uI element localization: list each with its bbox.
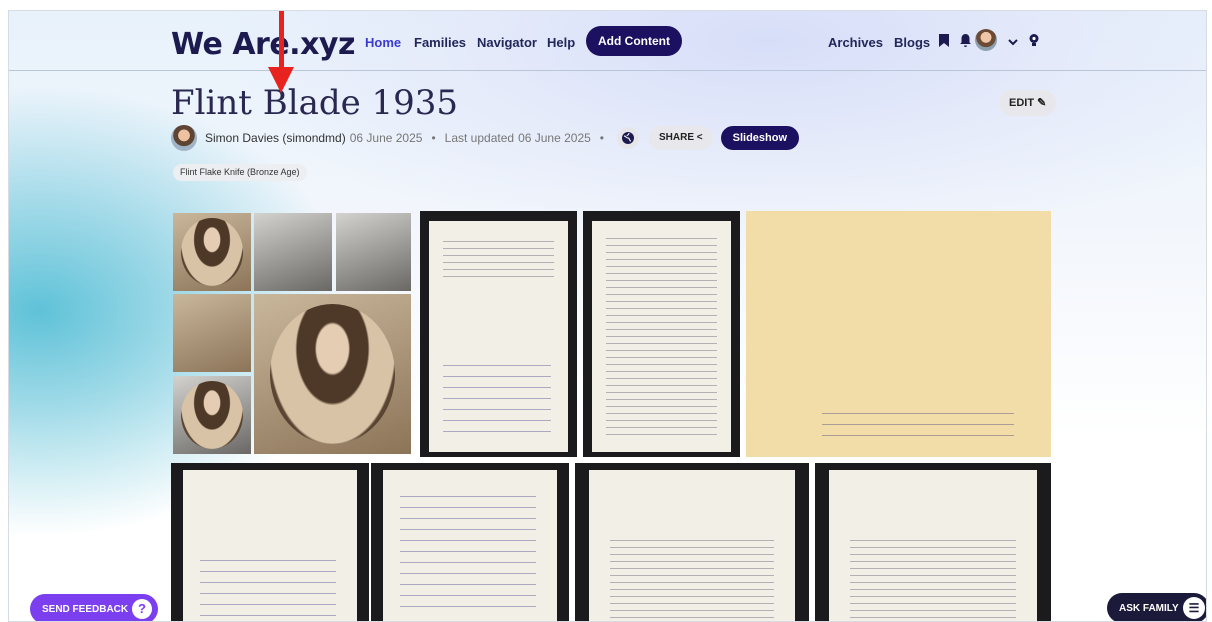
app-frame: We Are.xyz Home Families Navigator Help …	[8, 10, 1207, 622]
photo-portrait-large[interactable]	[254, 294, 411, 454]
photo-building[interactable]	[254, 213, 332, 291]
edit-label: EDIT	[1009, 97, 1035, 109]
text-lines	[443, 234, 554, 281]
document-sketch[interactable]	[420, 211, 577, 457]
document-sheet	[592, 220, 731, 453]
handwriting	[443, 354, 551, 434]
site-logo[interactable]: We Are.xyz	[171, 27, 355, 62]
letter-2[interactable]	[371, 463, 569, 621]
document-map[interactable]	[746, 211, 1051, 457]
photo-portrait-bw[interactable]	[173, 376, 251, 454]
meta-separator: •	[431, 131, 436, 145]
chevron-down-icon[interactable]	[1005, 33, 1021, 49]
help-icon: ?	[132, 599, 152, 619]
handwriting	[822, 402, 1015, 443]
bell-icon[interactable]	[957, 33, 973, 49]
handwriting	[200, 549, 337, 621]
nav-help[interactable]: Help	[547, 35, 575, 50]
slideshow-button[interactable]: Slideshow	[720, 126, 800, 150]
share-button[interactable]: SHARE <	[649, 126, 713, 150]
letter-3[interactable]	[575, 463, 809, 621]
ask-family-label: ASK FAMILY	[1119, 602, 1179, 614]
handwriting	[400, 485, 537, 614]
annotation-arrow-shaft	[279, 11, 284, 73]
lightbulb-icon[interactable]	[1026, 33, 1042, 49]
text-lines	[609, 533, 775, 621]
letter-4[interactable]	[815, 463, 1051, 621]
share-icon: <	[696, 132, 703, 143]
nav-families[interactable]: Families	[414, 35, 466, 50]
photo-garden[interactable]	[173, 294, 251, 372]
author-name[interactable]: Simon Davies (simondmd)	[205, 131, 346, 145]
meta-separator: •	[599, 131, 604, 145]
updated-label: Last updated	[444, 131, 515, 145]
chat-icon: ☰	[1183, 597, 1205, 619]
photo-portrait-1[interactable]	[173, 213, 251, 291]
document-sheet	[382, 469, 558, 621]
annotation-arrow-head	[268, 67, 294, 93]
document-sheet	[429, 220, 568, 453]
post-meta: Simon Davies (simondmd) 06 June 2025 • L…	[171, 125, 800, 151]
letter-1[interactable]	[171, 463, 369, 621]
pencil-icon: ✎	[1037, 97, 1047, 109]
nav-navigator[interactable]: Navigator	[477, 35, 537, 50]
nav-blogs[interactable]: Blogs	[894, 35, 930, 50]
created-date: 06 June 2025	[349, 131, 423, 145]
top-navbar: We Are.xyz Home Families Navigator Help …	[9, 11, 1206, 71]
portrait-oval	[180, 380, 244, 450]
portrait-oval	[269, 303, 396, 445]
user-avatar[interactable]	[975, 29, 997, 51]
tag-chip[interactable]: Flint Flake Knife (Bronze Age)	[173, 164, 307, 181]
nav-home[interactable]: Home	[365, 35, 401, 50]
author-avatar[interactable]	[171, 125, 197, 151]
document-sheet	[829, 469, 1037, 621]
portrait-oval	[180, 217, 244, 287]
edit-button[interactable]: EDIT ✎	[999, 90, 1057, 116]
text-lines	[606, 232, 717, 436]
ask-family-button[interactable]: ASK FAMILY ☰	[1107, 593, 1206, 621]
send-feedback-label: SEND FEEDBACK	[42, 603, 129, 615]
nav-archives[interactable]: Archives	[828, 35, 883, 50]
add-content-button[interactable]: Add Content	[586, 26, 682, 56]
send-feedback-button[interactable]: SEND FEEDBACK ?	[30, 594, 158, 621]
share-label: SHARE	[659, 132, 695, 143]
photo-group[interactable]	[336, 213, 411, 291]
updated-date: 06 June 2025	[518, 131, 591, 145]
bookmark-icon[interactable]	[936, 33, 952, 49]
document-sheet	[589, 469, 795, 621]
document-typed[interactable]	[583, 211, 740, 457]
globe-icon[interactable]	[617, 127, 639, 149]
document-sheet	[182, 469, 358, 621]
page-title: Flint Blade 1935	[171, 83, 459, 123]
text-lines	[849, 533, 1017, 621]
